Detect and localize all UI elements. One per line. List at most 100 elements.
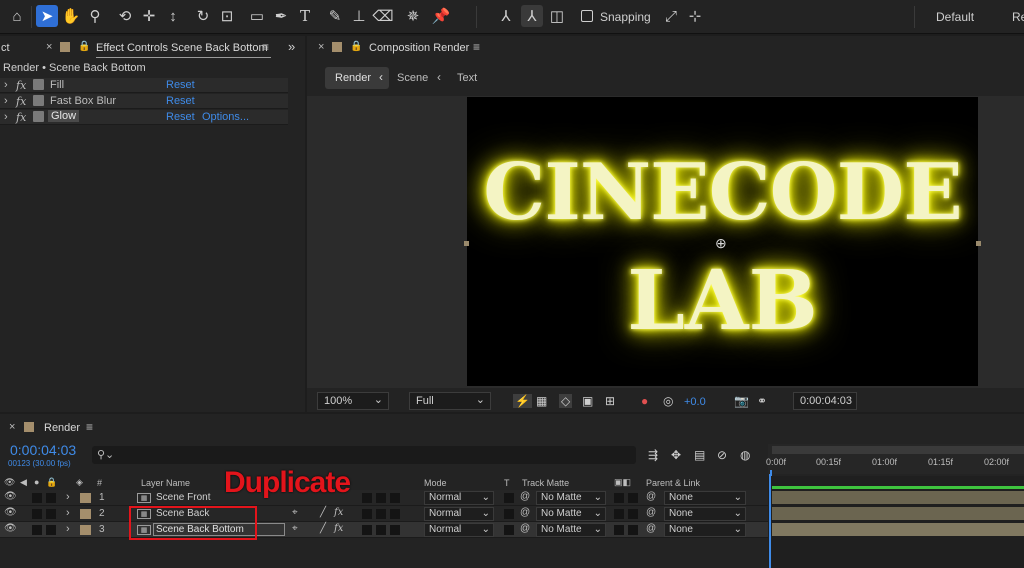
- workspace-next[interactable]: Re: [1012, 10, 1024, 24]
- parent-pickwhip-icon[interactable]: @: [646, 507, 656, 518]
- pickwhip-icon[interactable]: @: [520, 523, 530, 534]
- puppet-pin-icon[interactable]: 📌: [430, 5, 452, 27]
- header-layer-name[interactable]: Layer Name: [141, 478, 190, 488]
- effect-row-fill[interactable]: › fx Fill Reset: [0, 78, 288, 93]
- axis-view-icon[interactable]: ◫: [546, 5, 568, 27]
- effect-controls-tab-title[interactable]: Effect Controls Scene Back Bottom: [96, 42, 268, 54]
- rotation-tool-icon[interactable]: ↻: [192, 5, 214, 27]
- breadcrumb-render[interactable]: Render ‹: [325, 67, 389, 89]
- draft-3d-icon[interactable]: ✥: [671, 448, 681, 462]
- layer-row-2[interactable]: 👁 › 2 ▦ Scene Back ⌖ ╱ fx Normal ⌄ @ No …: [0, 506, 768, 522]
- layer-search-input[interactable]: ⚲⌄: [92, 446, 636, 464]
- breadcrumb-scene[interactable]: Scene: [397, 72, 428, 84]
- switch-box[interactable]: [362, 493, 372, 503]
- roto-brush-icon[interactable]: ✵: [402, 5, 424, 27]
- track-matte-dropdown[interactable]: No Matte ⌄: [536, 491, 606, 505]
- collapse-transform-icon[interactable]: ⌖: [292, 507, 298, 518]
- layer-bar-2[interactable]: [772, 507, 1024, 520]
- zoom-tool-icon[interactable]: ⚲: [84, 5, 106, 27]
- chevron-right-icon[interactable]: ›: [66, 507, 70, 519]
- fx-icon[interactable]: fx: [16, 95, 26, 108]
- pickwhip-icon[interactable]: @: [520, 491, 530, 502]
- composition-canvas[interactable]: CINECODE LAB ⊕: [467, 97, 978, 386]
- fx-switch-icon[interactable]: fx: [334, 507, 343, 518]
- label-swatch[interactable]: [80, 525, 91, 535]
- mode-dropdown[interactable]: Normal ⌄: [424, 491, 494, 505]
- snap-grid-icon[interactable]: ⊹: [684, 5, 706, 27]
- matte-switch[interactable]: [614, 525, 624, 535]
- solo-toggle[interactable]: [32, 493, 42, 503]
- quality-icon[interactable]: ╱: [320, 523, 326, 534]
- options-link[interactable]: Options...: [202, 111, 249, 123]
- switch-box[interactable]: [362, 525, 372, 535]
- fx-switch-icon[interactable]: fx: [334, 523, 343, 534]
- zoom-dropdown[interactable]: 100% ⌄: [317, 392, 389, 410]
- layer-row-3-selected[interactable]: 👁 › 3 ▦ Scene Back Bottom ⌖ ╱ fx Normal …: [0, 522, 768, 538]
- pan-camera-icon[interactable]: ✛: [138, 5, 160, 27]
- grid-guides-icon[interactable]: ⊞: [605, 394, 615, 408]
- anchor-point-tool-icon[interactable]: ⊡: [216, 5, 238, 27]
- track-matte-dropdown[interactable]: No Matte ⌄: [536, 507, 606, 521]
- comp-mini-flowchart-icon[interactable]: ⇶: [648, 448, 658, 462]
- switch-box[interactable]: [390, 509, 400, 519]
- type-tool-icon[interactable]: T: [294, 5, 316, 27]
- mode-dropdown[interactable]: Normal ⌄: [424, 507, 494, 521]
- layer-name[interactable]: Scene Front: [156, 492, 210, 503]
- switch-box[interactable]: [390, 493, 400, 503]
- axis-local-icon[interactable]: ⅄: [495, 5, 517, 27]
- matte-switch[interactable]: [614, 509, 624, 519]
- chevron-right-icon[interactable]: ›: [4, 79, 8, 91]
- snap-expand-icon[interactable]: ⤢: [660, 5, 682, 27]
- solo-toggle[interactable]: [32, 525, 42, 535]
- left-tab-partial[interactable]: ct: [1, 42, 10, 54]
- solo-toggle[interactable]: [32, 509, 42, 519]
- motion-blur-icon[interactable]: ◍: [740, 448, 750, 462]
- anchor-point-icon[interactable]: ⊕: [715, 235, 727, 252]
- parent-pickwhip-icon[interactable]: @: [646, 491, 656, 502]
- matte-switch[interactable]: [614, 493, 624, 503]
- effect-row-fast-box-blur[interactable]: › fx Fast Box Blur Reset: [0, 94, 288, 109]
- parent-dropdown[interactable]: None ⌄: [664, 523, 746, 537]
- rectangle-tool-icon[interactable]: ▭: [246, 5, 268, 27]
- collapse-transform-icon[interactable]: ⌖: [292, 523, 298, 534]
- home-icon[interactable]: ⌂: [6, 5, 28, 27]
- panel-overflow-icon[interactable]: »: [288, 39, 295, 54]
- lock-icon[interactable]: 🔒: [46, 477, 57, 488]
- preserve-transparency-toggle[interactable]: [504, 493, 514, 503]
- close-icon[interactable]: ×: [46, 41, 52, 53]
- close-icon[interactable]: ×: [9, 421, 15, 433]
- chevron-right-icon[interactable]: ›: [66, 523, 70, 535]
- eraser-tool-icon[interactable]: ⌫: [372, 5, 394, 27]
- panel-menu-icon[interactable]: ≡: [86, 420, 93, 434]
- reset-link[interactable]: Reset: [166, 111, 195, 123]
- mode-dropdown[interactable]: Normal ⌄: [424, 523, 494, 537]
- matte-switch[interactable]: [628, 525, 638, 535]
- quality-icon[interactable]: ╱: [320, 507, 326, 518]
- pickwhip-icon[interactable]: @: [520, 507, 530, 518]
- fast-previews-icon[interactable]: ⚡: [513, 394, 532, 408]
- chevron-right-icon[interactable]: ›: [4, 95, 8, 107]
- switch-box[interactable]: [390, 525, 400, 535]
- switch-box[interactable]: [376, 509, 386, 519]
- region-of-interest-icon[interactable]: ▣: [582, 394, 593, 408]
- chevron-right-icon[interactable]: ›: [4, 111, 8, 123]
- panel-menu-icon[interactable]: ≡: [262, 40, 269, 54]
- dolly-camera-icon[interactable]: ↕: [162, 5, 184, 27]
- matte-switch[interactable]: [628, 493, 638, 503]
- resolution-dropdown[interactable]: Full ⌄: [409, 392, 491, 410]
- matte-switch[interactable]: [628, 509, 638, 519]
- hand-tool-icon[interactable]: ✋: [60, 5, 82, 27]
- workspace-default[interactable]: Default: [936, 10, 974, 24]
- fx-icon[interactable]: fx: [16, 79, 26, 92]
- layer-row-1[interactable]: 👁 › 1 ▦ Scene Front Normal ⌄ @ No Matte …: [0, 490, 768, 506]
- layer-handle-right[interactable]: [976, 241, 981, 246]
- lock-icon[interactable]: 🔒: [350, 41, 362, 52]
- label-tag-icon[interactable]: ◈: [76, 477, 83, 488]
- chevron-right-icon[interactable]: ›: [66, 491, 70, 503]
- switch-box[interactable]: [376, 525, 386, 535]
- fx-icon[interactable]: fx: [16, 111, 26, 124]
- preserve-transparency-toggle[interactable]: [504, 509, 514, 519]
- parent-dropdown[interactable]: None ⌄: [664, 491, 746, 505]
- snapping-checkbox[interactable]: [581, 10, 593, 22]
- breadcrumb-text[interactable]: Text: [457, 72, 477, 84]
